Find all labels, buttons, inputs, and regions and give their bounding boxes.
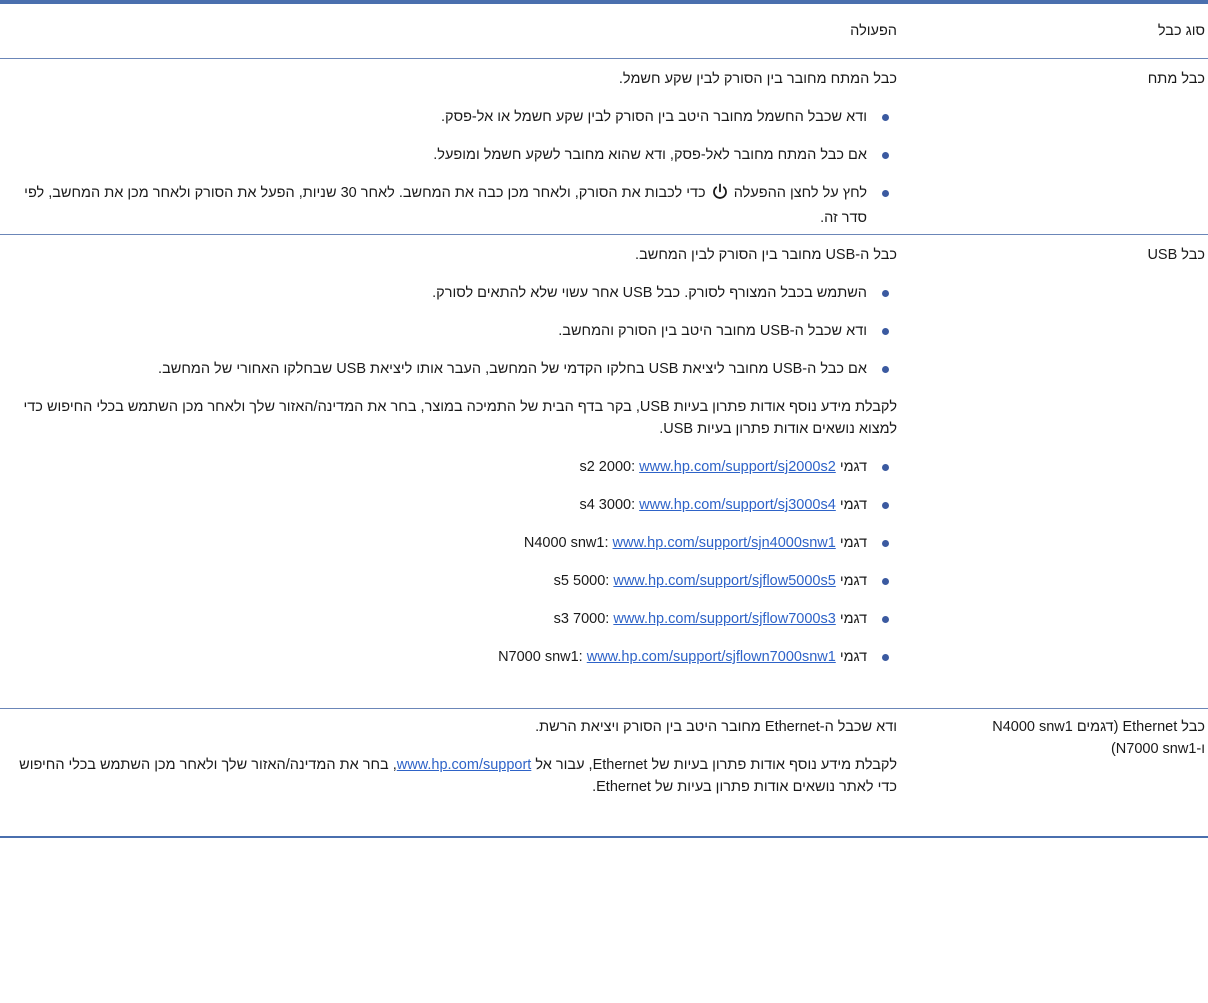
support-link-sj2000s2[interactable]: www.hp.com/support/sj2000s2: [639, 459, 836, 475]
ethernet-type-line2: ו-N7000 snw1): [1110, 741, 1205, 757]
row-usb: כבל USB כבל ה-USB מחובר בין הסורק לבין ה…: [0, 235, 1208, 709]
usb-intro: כבל ה-USB מחובר בין הסורק לבין המחשב.: [635, 247, 897, 263]
power-bullet-3-before: לחץ על לחצן ההפעלה: [733, 185, 867, 201]
ethernet-type-line1: כבל Ethernet (דגמים N4000 snw1: [992, 719, 1205, 735]
power-bullet-2: אם כבל המתח מחובר לאל-פסק, ודא שהוא מחוב…: [8, 144, 897, 166]
bullet-dot: [882, 366, 889, 373]
row-ethernet: כבל Ethernet (דגמים N4000 snw1 ו-N7000 s…: [0, 709, 1208, 838]
usb-model-6: דגמי N7000 snw1: www.hp.com/support/sjfl…: [8, 646, 897, 668]
support-link-sjflow5000s5[interactable]: www.hp.com/support/sjflow5000s5: [613, 573, 835, 589]
bullet-dot: [882, 190, 889, 197]
bullet-dot: [882, 464, 889, 471]
power-type: כבל מתח: [1147, 71, 1205, 87]
power-bullet-2-text: אם כבל המתח מחובר לאל-פסק, ודא שהוא מחוב…: [433, 147, 867, 163]
ethernet-more-before: לקבלת מידע נוסף אודות פתרון בעיות של Eth…: [535, 757, 897, 773]
bullet-dot: [882, 290, 889, 297]
usb-model-5: דגמי s3 7000: www.hp.com/support/sjflow7…: [8, 608, 897, 630]
power-bullets: ודא שכבל החשמל מחובר היטב בין הסורק לבין…: [8, 106, 897, 229]
usb-type: כבל USB: [1147, 247, 1205, 263]
usb-bullet-1-text: השתמש בכבל המצורף לסורק. כבל USB אחר עשו…: [432, 285, 867, 301]
power-bullet-1: ודא שכבל החשמל מחובר היטב בין הסורק לבין…: [8, 106, 897, 128]
usb-models-list: דגמי s2 2000: www.hp.com/support/sj2000s…: [8, 456, 897, 668]
usb-model-4: דגמי s5 5000: www.hp.com/support/sjflow5…: [8, 570, 897, 592]
power-bullet-3: לחץ על לחצן ההפעלה כדי לכבות את הסורק, ו…: [8, 182, 897, 229]
power-intro: כבל המתח מחובר בין הסורק לבין שקע חשמל.: [618, 71, 897, 87]
bullet-dot: [882, 540, 889, 547]
support-link-ethernet[interactable]: www.hp.com/support: [397, 757, 532, 773]
bullet-dot: [882, 152, 889, 159]
ethernet-intro: ודא שכבל ה-Ethernet מחובר היטב בין הסורק…: [535, 719, 897, 735]
usb-bullet-2: ודא שכבל ה-USB מחובר היטב בין הסורק והמח…: [8, 320, 897, 342]
ethernet-type: כבל Ethernet (דגמים N4000 snw1 ו-N7000 s…: [899, 709, 1208, 836]
power-action: כבל המתח מחובר בין הסורק לבין שקע חשמל. …: [2, 59, 899, 234]
usb-bullet-1: השתמש בכבל המצורף לסורק. כבל USB אחר עשו…: [8, 282, 897, 304]
row-power: כבל מתח כבל המתח מחובר בין הסורק לבין שק…: [0, 59, 1208, 235]
usb-bullets: השתמש בכבל המצורף לסורק. כבל USB אחר עשו…: [8, 282, 897, 380]
usb-bullet-2-text: ודא שכבל ה-USB מחובר היטב בין הסורק והמח…: [558, 323, 867, 339]
usb-model-2: דגמי s4 3000: www.hp.com/support/sj3000s…: [8, 494, 897, 516]
bullet-dot: [882, 654, 889, 661]
table-header: סוג כבל הפעולה: [0, 4, 1208, 59]
bullet-dot: [882, 114, 889, 121]
usb-model-1: דגמי s2 2000: www.hp.com/support/sj2000s…: [8, 456, 897, 478]
usb-bullet-3-text: אם כבל ה-USB מחובר ליציאת USB בחלקו הקדמ…: [158, 361, 867, 377]
support-link-sjn4000snw1[interactable]: www.hp.com/support/sjn4000snw1: [613, 535, 836, 551]
power-icon: [712, 183, 728, 207]
support-link-sj3000s4[interactable]: www.hp.com/support/sj3000s4: [639, 497, 836, 513]
bullet-dot: [882, 578, 889, 585]
bullet-dot: [882, 616, 889, 623]
support-link-sjflow7000s3[interactable]: www.hp.com/support/sjflow7000s3: [613, 611, 835, 627]
troubleshooting-table: סוג כבל הפעולה כבל מתח כבל המתח מחובר בי…: [0, 0, 1208, 838]
header-action: הפעולה: [850, 23, 897, 39]
ethernet-more-info: לקבלת מידע נוסף אודות פתרון בעיות של Eth…: [8, 754, 897, 798]
usb-more-info: לקבלת מידע נוסף אודות פתרון בעיות USB, ב…: [23, 399, 898, 437]
bullet-dot: [882, 328, 889, 335]
header-cable-type: סוג כבל: [1157, 23, 1205, 39]
support-link-sjflown7000snw1[interactable]: www.hp.com/support/sjflown7000snw1: [587, 649, 836, 665]
power-bullet-1-text: ודא שכבל החשמל מחובר היטב בין הסורק לבין…: [441, 109, 867, 125]
ethernet-action: ודא שכבל ה-Ethernet מחובר היטב בין הסורק…: [2, 709, 899, 836]
usb-action: כבל ה-USB מחובר בין הסורק לבין המחשב. הש…: [2, 235, 899, 708]
usb-bullet-3: אם כבל ה-USB מחובר ליציאת USB בחלקו הקדמ…: [8, 358, 897, 380]
bullet-dot: [882, 502, 889, 509]
usb-model-3: דגמי N4000 snw1: www.hp.com/support/sjn4…: [8, 532, 897, 554]
